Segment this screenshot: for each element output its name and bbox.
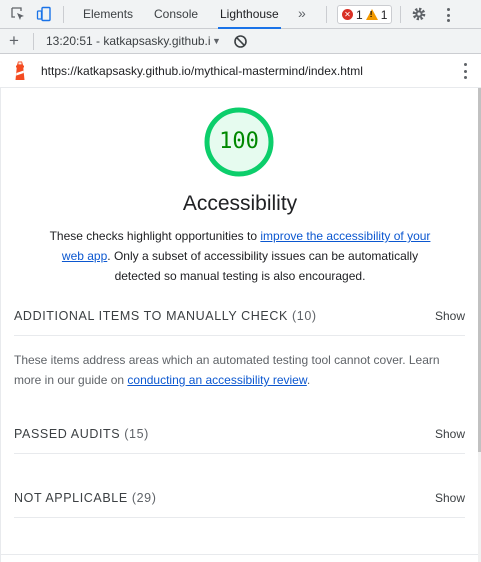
show-toggle[interactable]: Show [435, 309, 465, 323]
report-url: https://katkapsasky.github.io/mythical-m… [41, 64, 363, 78]
gear-icon[interactable] [410, 5, 428, 23]
lighthouse-toolbar: + 13:20:51 - katkapsasky.github.i ▼ [0, 29, 481, 54]
group-title: Passed audits (15) [14, 426, 149, 441]
toolbar-divider [63, 6, 64, 23]
category-title: Accessibility [182, 192, 298, 215]
group-count: (10) [292, 308, 317, 323]
error-count: 1 [356, 7, 363, 22]
accessibility-review-link[interactable]: conducting an accessibility review [127, 373, 306, 387]
warning-count: 1 [380, 7, 388, 22]
report-selector[interactable]: 13:20:51 - katkapsasky.github.i [46, 33, 211, 50]
tab-elements[interactable]: Elements [81, 0, 135, 29]
group-count: (15) [124, 426, 149, 441]
issues-counter[interactable]: ✕ 1 ! 1 [337, 5, 393, 24]
show-toggle[interactable]: Show [435, 491, 465, 505]
lighthouse-report: 100 Accessibility These checks highlight… [0, 88, 479, 562]
warning-icon: ! [365, 9, 378, 20]
new-report-button[interactable]: + [9, 31, 19, 51]
inspect-icon[interactable] [9, 5, 27, 23]
score-value: 100 [219, 129, 259, 154]
clear-icon[interactable] [233, 34, 248, 49]
tab-lighthouse[interactable]: Lighthouse [218, 0, 281, 29]
tab-console[interactable]: Console [152, 0, 200, 29]
group-manual-checks[interactable]: Additional items to manually check (10) … [14, 296, 465, 336]
show-toggle[interactable]: Show [435, 427, 465, 441]
group-title: Additional items to manually check (10) [14, 308, 317, 323]
device-toolbar-icon[interactable] [35, 5, 53, 23]
lighthouse-logo-icon [12, 61, 28, 81]
report-menu-icon[interactable] [462, 61, 468, 81]
kebab-menu-icon[interactable] [445, 8, 451, 22]
error-icon: ✕ [342, 9, 353, 20]
group-not-applicable[interactable]: Not applicable (29) Show [14, 478, 465, 518]
group-description-text: . [306, 373, 311, 387]
category-description: These checks highlight opportunities to … [41, 226, 439, 286]
divider [1, 554, 479, 555]
group-passed-audits[interactable]: Passed audits (15) Show [14, 414, 465, 454]
toolbar-divider [33, 33, 34, 50]
toolbar-divider [326, 6, 327, 23]
devtools-tabbar: Elements Console Lighthouse » ✕ 1 ! 1 [0, 0, 481, 29]
report-url-bar: https://katkapsasky.github.io/mythical-m… [0, 54, 481, 88]
chevron-down-icon[interactable]: ▼ [212, 33, 221, 50]
description-text: . Only a subset of accessibility issues … [107, 249, 419, 283]
toolbar-divider [400, 6, 401, 23]
description-text: These checks highlight opportunities to [49, 229, 261, 243]
group-title: Not applicable (29) [14, 490, 157, 505]
more-tabs-button[interactable]: » [298, 0, 306, 29]
group-count: (29) [131, 490, 157, 505]
group-description: These items address areas which an autom… [14, 350, 454, 390]
